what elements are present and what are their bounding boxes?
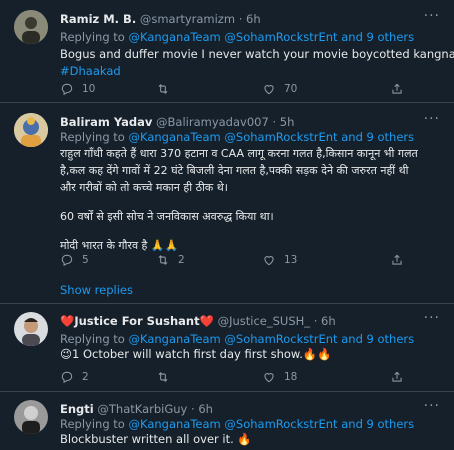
reply-count: 10: [82, 83, 96, 95]
tweet-text: Blockbuster written all over it. 🔥: [60, 432, 252, 446]
retweet-button[interactable]: 2: [156, 253, 185, 267]
retweet-count: 2: [178, 254, 185, 266]
reply-count: 2: [82, 371, 89, 383]
timestamp[interactable]: · 6h: [239, 12, 261, 26]
replying-others-link[interactable]: and 9 others: [338, 332, 414, 346]
retweet-icon: [158, 255, 168, 265]
retweet-button[interactable]: [156, 370, 178, 384]
tweet[interactable]: Baliram Yadav @Baliramyadav007 · 5h ··· …: [0, 103, 454, 304]
more-icon[interactable]: ···: [424, 398, 440, 414]
timestamp[interactable]: · 6h: [314, 314, 336, 328]
more-icon[interactable]: ···: [424, 310, 440, 326]
tweet-text: Bogus and duffer movie I never watch you…: [60, 47, 454, 80]
tweet-text: 😉1 October will watch first day first sh…: [60, 347, 332, 361]
retweet-icon: [158, 372, 168, 382]
replying-to: Replying to @KanganaTeam @SohamRockstrEn…: [60, 417, 415, 431]
retweet-button[interactable]: [156, 82, 178, 96]
replying-to: Replying to @KanganaTeam @SohamRockstrEn…: [60, 130, 415, 144]
replying-to: Replying to @KanganaTeam @SohamRockstrEn…: [60, 30, 415, 44]
avatar[interactable]: [14, 400, 48, 434]
tweet-header: Baliram Yadav @Baliramyadav007 · 5h: [60, 115, 294, 129]
author-name[interactable]: Baliram Yadav: [60, 115, 152, 129]
tweet-header: ❤️Justice For Sushant❤️ @Justice_SUSH_ ·…: [60, 314, 336, 328]
tweet-actions: 5 2 13: [60, 253, 440, 269]
replying-others-link[interactable]: and 9 others: [338, 30, 414, 44]
author-name[interactable]: ❤️Justice For Sushant❤️: [60, 314, 214, 328]
replying-to: Replying to @KanganaTeam @SohamRockstrEn…: [60, 332, 415, 346]
reply-icon: [61, 371, 73, 384]
timestamp[interactable]: · 5h: [272, 115, 294, 129]
tweet-header: Engti @ThatKarbiGuy · 6h: [60, 402, 213, 416]
avatar[interactable]: [14, 10, 48, 44]
replying-others-link[interactable]: and 9 others: [338, 417, 414, 431]
replying-users-link[interactable]: @KanganaTeam @SohamRockstrEnt: [129, 332, 338, 346]
like-icon: [264, 85, 274, 95]
author-handle[interactable]: @ThatKarbiGuy: [97, 402, 187, 416]
share-button[interactable]: [390, 370, 404, 384]
like-icon: [264, 373, 274, 383]
reply-icon: [61, 254, 73, 267]
timestamp[interactable]: · 6h: [191, 402, 213, 416]
author-handle[interactable]: @Baliramyadav007: [156, 115, 269, 129]
tweet-text: राहुल गाँधी कहते हैं धारा 370 हटाना व CA…: [60, 147, 418, 252]
share-button[interactable]: [390, 82, 404, 96]
share-icon: [392, 254, 402, 265]
author-handle[interactable]: @smartyramizm: [140, 12, 235, 26]
retweet-icon: [158, 84, 168, 94]
like-button[interactable]: 13: [262, 253, 297, 267]
tweet[interactable]: Ramiz M. B. @smartyramizm · 6h ··· Reply…: [0, 0, 454, 103]
replying-users-link[interactable]: @KanganaTeam @SohamRockstrEnt: [129, 417, 338, 431]
more-icon[interactable]: ···: [424, 8, 440, 24]
like-button[interactable]: 70: [262, 82, 297, 96]
tweet[interactable]: Engti @ThatKarbiGuy · 6h ··· Replying to…: [0, 392, 454, 450]
like-count: 70: [284, 83, 298, 95]
more-icon[interactable]: ···: [424, 111, 440, 127]
like-count: 13: [284, 254, 298, 266]
share-button[interactable]: [390, 253, 404, 267]
avatar[interactable]: [14, 113, 48, 147]
author-name[interactable]: Engti: [60, 402, 94, 416]
reply-button[interactable]: 2: [60, 370, 89, 384]
show-replies-link[interactable]: Show replies: [60, 283, 133, 297]
replying-users-link[interactable]: @KanganaTeam @SohamRockstrEnt: [129, 130, 338, 144]
tweet-actions: 10 70: [60, 82, 440, 98]
share-icon: [392, 371, 402, 382]
author-handle[interactable]: @Justice_SUSH_: [218, 314, 310, 328]
reply-count: 5: [82, 254, 89, 266]
tweet-header: Ramiz M. B. @smartyramizm · 6h: [60, 12, 261, 26]
reply-button[interactable]: 10: [60, 82, 95, 96]
like-icon: [264, 256, 274, 266]
avatar[interactable]: [14, 312, 48, 346]
replying-users-link[interactable]: @KanganaTeam @SohamRockstrEnt: [129, 30, 338, 44]
like-button[interactable]: 18: [262, 370, 297, 384]
tweet-actions: 2 18: [60, 370, 440, 386]
share-icon: [392, 83, 402, 94]
like-count: 18: [284, 371, 298, 383]
author-name[interactable]: Ramiz M. B.: [60, 12, 136, 26]
reply-button[interactable]: 5: [60, 253, 89, 267]
reply-icon: [61, 83, 73, 96]
tweet[interactable]: ❤️Justice For Sushant❤️ @Justice_SUSH_ ·…: [0, 304, 454, 392]
replying-others-link[interactable]: and 9 others: [338, 130, 414, 144]
hashtag-link[interactable]: #Dhaakad: [60, 63, 444, 80]
